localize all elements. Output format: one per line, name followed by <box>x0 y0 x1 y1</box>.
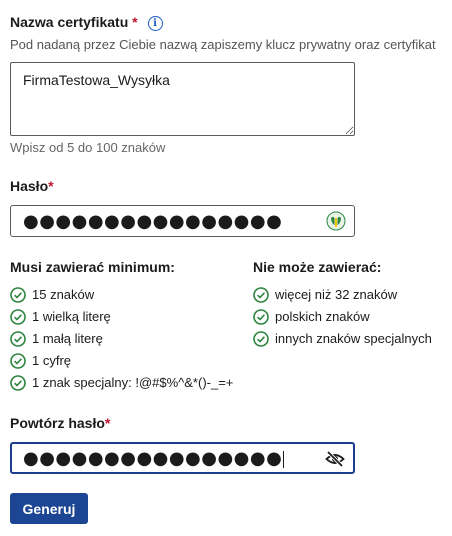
rule-text: więcej niż 32 znaków <box>275 287 398 302</box>
repeat-password-label-text: Powtórz hasło <box>10 415 105 431</box>
rule-text: 15 znaków <box>32 287 95 302</box>
required-mark: * <box>132 14 138 30</box>
cannot-contain-title: Nie może zawierać: <box>253 259 382 275</box>
rule-text: 1 małą literę <box>32 331 103 346</box>
certificate-name-input[interactable]: FirmaTestowa_Wysyłka <box>10 62 355 136</box>
required-mark: * <box>48 178 54 194</box>
certificate-name-label-text: Nazwa certyfikatu <box>10 14 129 30</box>
rule-item: 15 znaków <box>10 284 233 306</box>
rule-item: 1 znak specjalny: !@#$%^&*()-_=+ <box>10 372 233 394</box>
must-contain-list: 15 znaków 1 wielką literę 1 małą literę … <box>10 284 233 394</box>
certificate-name-label: Nazwa certyfikatu * i <box>10 14 163 31</box>
repeat-password-masked-value: ●●●●●●●●●●●●●●●● <box>23 448 283 469</box>
check-circle-icon <box>10 309 26 325</box>
certificate-description: Pod nadaną przez Ciebie nazwą zapiszemy … <box>10 37 436 52</box>
rule-item: polskich znaków <box>253 306 432 328</box>
hide-password-icon[interactable] <box>325 449 345 469</box>
rule-text: 1 znak specjalny: !@#$%^&*()-_=+ <box>32 375 234 390</box>
rule-item: 1 małą literę <box>10 328 233 350</box>
check-circle-icon <box>10 353 26 369</box>
password-masked-value: ●●●●●●●●●●●●●●●● <box>23 211 283 232</box>
check-circle-icon <box>253 331 269 347</box>
check-circle-icon <box>253 287 269 303</box>
rule-item: 1 cyfrę <box>10 350 233 372</box>
rule-text: polskich znaków <box>275 309 370 324</box>
rule-text: 1 cyfrę <box>32 353 72 368</box>
rule-item: innych znaków specjalnych <box>253 328 432 350</box>
info-icon[interactable]: i <box>147 15 163 31</box>
password-label-text: Hasło <box>10 178 49 194</box>
generate-button[interactable]: Generuj <box>10 493 88 524</box>
rule-item: więcej niż 32 znaków <box>253 284 432 306</box>
repeat-password-field[interactable]: ●●●●●●●●●●●●●●●● <box>10 442 355 474</box>
rule-item: 1 wielką literę <box>10 306 233 328</box>
repeat-password-label: Powtórz hasło* <box>10 415 110 431</box>
text-caret <box>283 451 285 469</box>
rule-text: innych znaków specjalnych <box>275 331 432 346</box>
password-label: Hasło* <box>10 178 54 194</box>
must-contain-title: Musi zawierać minimum: <box>10 259 175 275</box>
required-mark: * <box>104 415 111 431</box>
cannot-contain-list: więcej niż 32 znaków polskich znaków inn… <box>253 284 432 350</box>
check-circle-icon <box>10 331 26 347</box>
repeat-password-value-wrap: ●●●●●●●●●●●●●●●● <box>23 448 285 469</box>
certificate-name-hint: Wpisz od 5 do 100 znaków <box>10 140 166 155</box>
rule-text: 1 wielką literę <box>32 309 111 324</box>
check-circle-icon <box>253 309 269 325</box>
password-field[interactable]: ●●●●●●●●●●●●●●●● <box>10 205 355 237</box>
show-password-icon[interactable] <box>326 211 346 231</box>
check-circle-icon <box>10 375 26 391</box>
check-circle-icon <box>10 287 26 303</box>
